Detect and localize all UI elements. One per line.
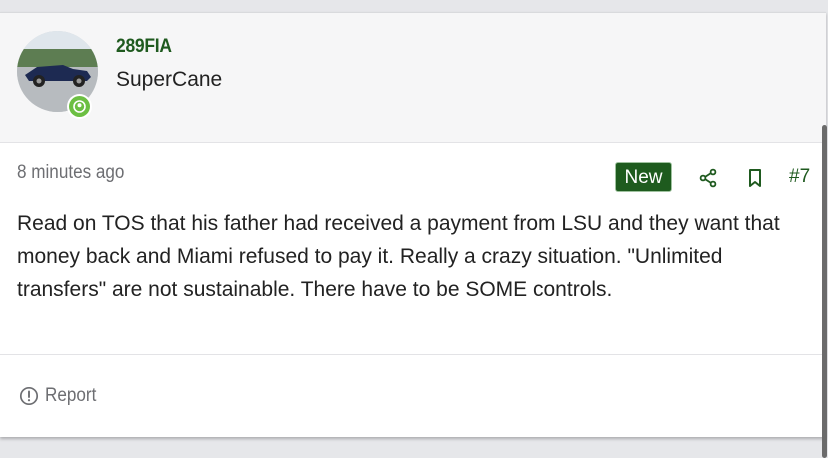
author-username[interactable]: 289FIA [116,36,172,58]
post-author-bar: 289FIA SuperCane [0,13,826,143]
bookmark-button[interactable] [743,166,767,190]
alert-circle-icon [19,386,39,406]
post-message: Read on TOS that his father had received… [17,212,780,301]
share-button[interactable] [696,166,720,190]
new-badge: New [615,162,672,192]
report-button[interactable]: Report [19,385,102,407]
post-timestamp[interactable]: 8 minutes ago [17,162,124,184]
author-user-title: SuperCane [116,68,223,91]
post-number-link[interactable]: #7 [789,166,810,188]
online-dot [69,96,90,117]
user-circle-icon [73,100,86,113]
report-label: Report [45,385,97,406]
online-status-indicator [67,94,92,119]
bookmark-icon [749,169,761,187]
share-icon [699,168,717,188]
forum-post: 289FIA SuperCane 8 minutes ago New #7 Re… [0,12,826,437]
scrollbar[interactable] [822,125,827,458]
footer-divider [0,354,826,355]
